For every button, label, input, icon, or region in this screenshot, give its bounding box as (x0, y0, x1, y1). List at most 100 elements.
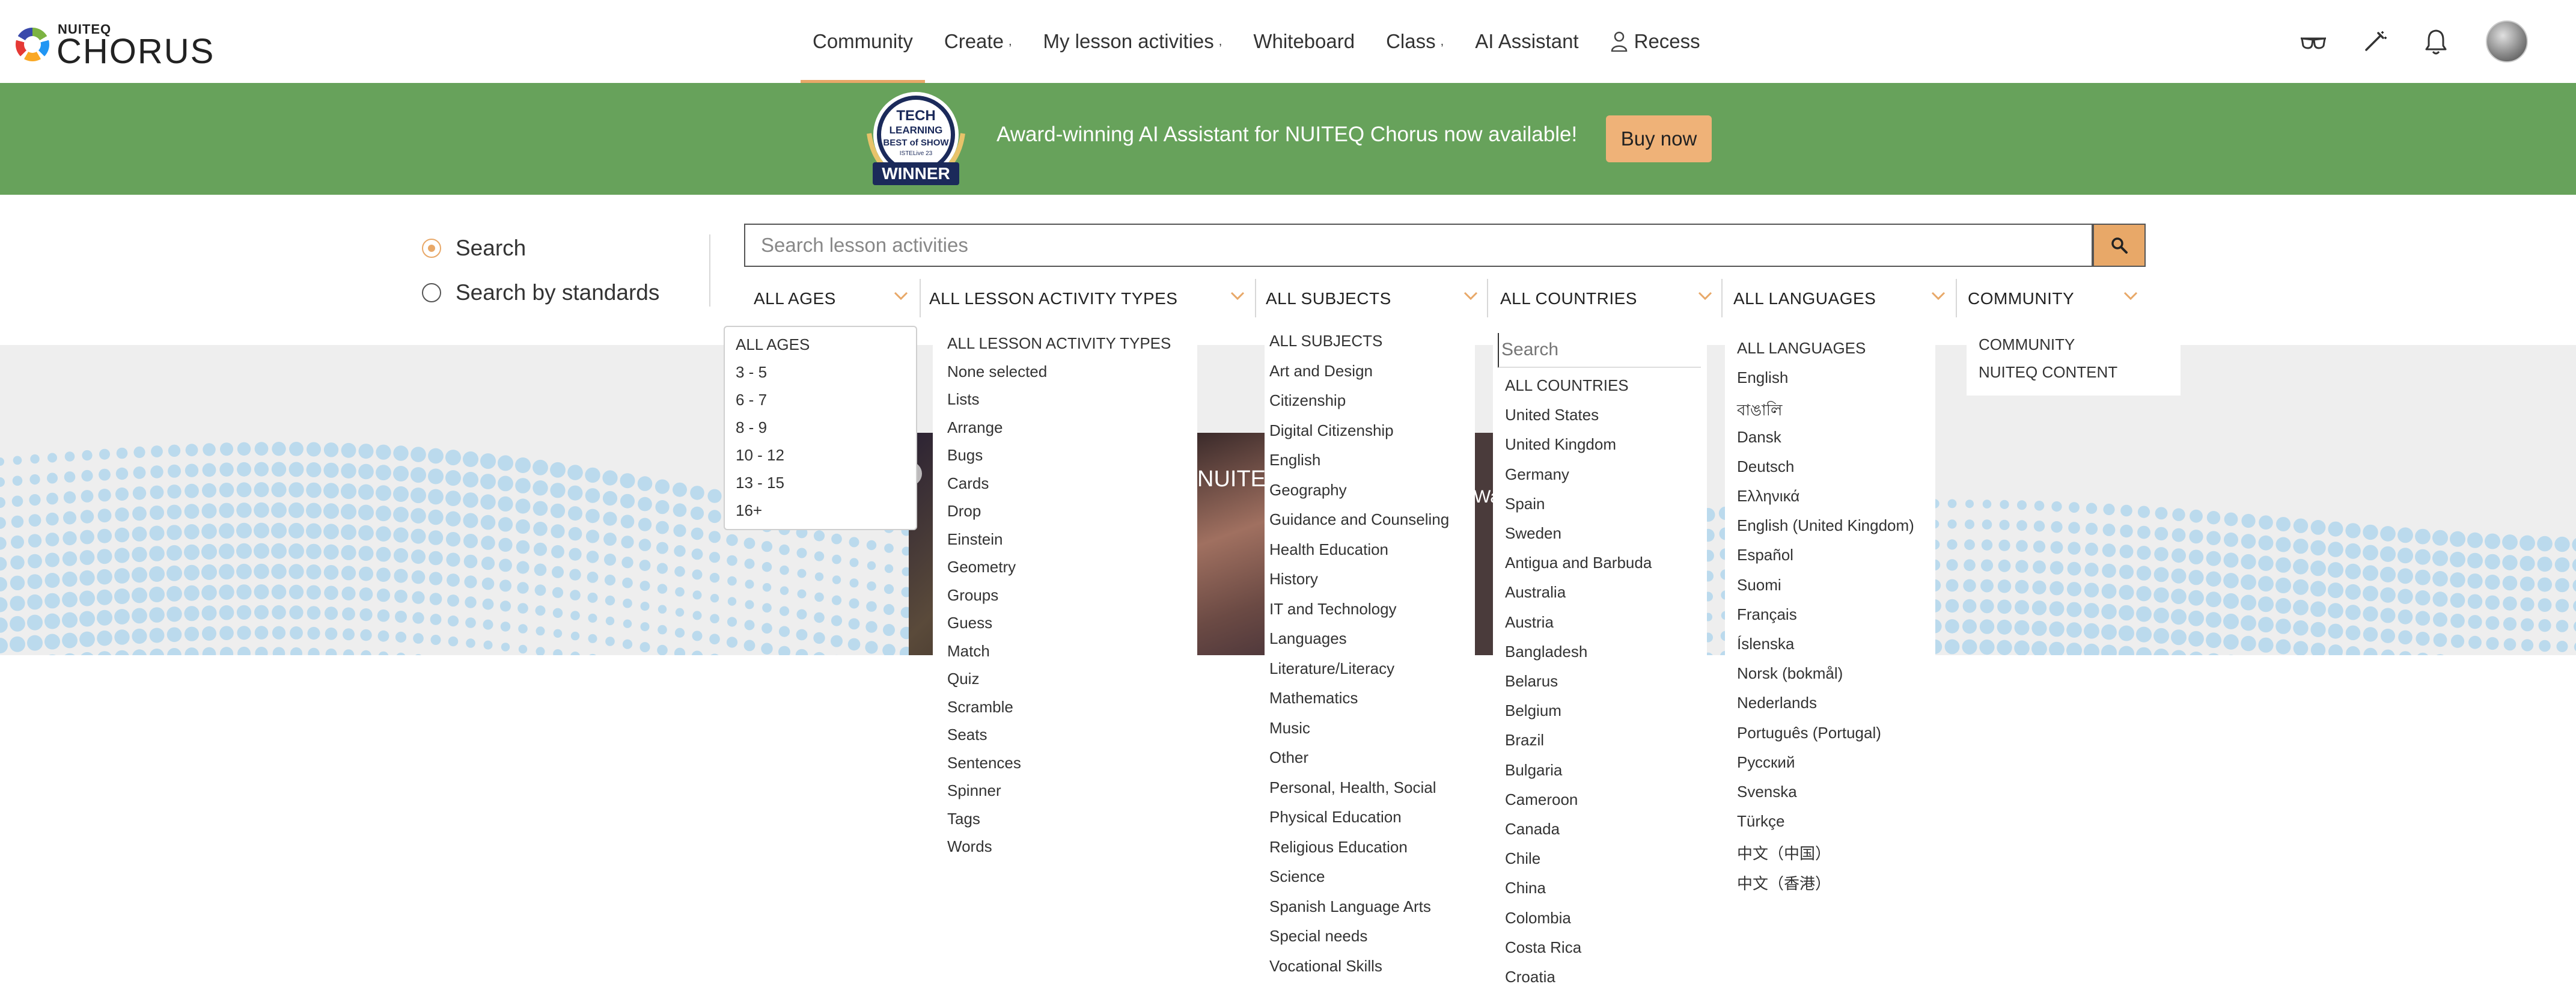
dropdown-option[interactable]: Croatia (1505, 968, 1555, 986)
search-button[interactable] (2093, 224, 2146, 267)
radio-unselected-icon[interactable] (422, 283, 441, 302)
dropdown-option[interactable]: Quiz (947, 670, 979, 688)
dropdown-option[interactable]: Spanish Language Arts (1269, 897, 1431, 916)
dropdown-option[interactable]: NUITEQ CONTENT (1979, 363, 2117, 382)
dropdown-option[interactable]: Chile (1505, 849, 1540, 868)
dropdown-option[interactable]: Bangladesh (1505, 643, 1587, 661)
dropdown-option[interactable]: 10 - 12 (736, 446, 784, 465)
buy-now-button[interactable]: Buy now (1606, 115, 1712, 162)
dropdown-option[interactable]: English (United Kingdom) (1737, 516, 1914, 535)
dropdown-option[interactable]: 13 - 15 (736, 474, 784, 492)
dropdown-option[interactable]: Suomi (1737, 576, 1781, 594)
dropdown-option[interactable]: ALL LESSON ACTIVITY TYPES (947, 334, 1171, 353)
dropdown-option[interactable]: Germany (1505, 465, 1569, 484)
dropdown-option[interactable]: Svenska (1737, 783, 1797, 801)
search-input[interactable]: Search lesson activities (744, 224, 2093, 267)
dropdown-option[interactable]: Seats (947, 726, 987, 744)
dropdown-option[interactable]: Arrange (947, 418, 1003, 437)
nav-item-class[interactable]: Class, (1386, 0, 1444, 83)
glasses-icon[interactable] (2292, 20, 2334, 63)
dropdown-option[interactable]: Geography (1269, 481, 1347, 500)
filter-community[interactable]: COMMUNITY (1968, 283, 2138, 315)
magic-wand-icon[interactable] (2354, 20, 2396, 63)
dropdown-option[interactable]: Canada (1505, 820, 1560, 839)
dropdown-option[interactable]: Nederlands (1737, 694, 1817, 712)
dropdown-option[interactable]: Antigua and Barbuda (1505, 554, 1652, 572)
filter-ages[interactable]: ALL AGES (754, 283, 909, 315)
dropdown-option[interactable]: Special needs (1269, 927, 1367, 946)
dropdown-option[interactable]: Bugs (947, 446, 983, 465)
dropdown-option[interactable]: Science (1269, 867, 1325, 886)
dropdown-option[interactable]: Guidance and Counseling (1269, 510, 1449, 529)
dropdown-option[interactable]: Lists (947, 390, 979, 409)
dropdown-option[interactable]: ALL COUNTRIES (1505, 376, 1629, 395)
dropdown-option[interactable]: ALL SUBJECTS (1269, 332, 1382, 350)
radio-selected-icon[interactable] (422, 239, 441, 258)
dropdown-option[interactable]: Music (1269, 719, 1310, 738)
dropdown-option[interactable]: Colombia (1505, 909, 1571, 927)
dropdown-option[interactable]: Brazil (1505, 731, 1544, 750)
dropdown-option[interactable]: Sentences (947, 754, 1021, 772)
dropdown-option[interactable]: Sweden (1505, 524, 1561, 543)
dropdown-option[interactable]: 8 - 9 (736, 418, 767, 437)
dropdown-option[interactable]: ALL AGES (736, 335, 810, 354)
dropdown-option[interactable]: Cards (947, 474, 989, 493)
dropdown-option[interactable]: বাঙালি (1737, 398, 1782, 424)
filter-languages[interactable]: ALL LANGUAGES (1733, 283, 1946, 315)
dropdown-option[interactable]: History (1269, 570, 1318, 588)
dropdown-option[interactable]: IT and Technology (1269, 600, 1397, 619)
dropdown-option[interactable]: ALL LANGUAGES (1737, 339, 1866, 358)
dropdown-option[interactable]: Mathematics (1269, 689, 1358, 707)
dropdown-option[interactable]: COMMUNITY (1979, 335, 2075, 354)
dropdown-option[interactable]: Physical Education (1269, 808, 1402, 826)
dropdown-option[interactable]: Digital Citizenship (1269, 421, 1394, 440)
dropdown-option[interactable]: Match (947, 642, 990, 661)
dropdown-option[interactable]: Tags (947, 810, 980, 828)
dropdown-option[interactable]: Türkçe (1737, 812, 1784, 831)
avatar[interactable] (2486, 20, 2528, 63)
dropdown-option[interactable]: Religious Education (1269, 838, 1408, 857)
search-mode-option-standards[interactable]: Search by standards (422, 280, 659, 305)
dropdown-option[interactable]: Deutsch (1737, 457, 1794, 476)
nav-item-community[interactable]: Community (801, 0, 925, 83)
dropdown-option[interactable]: Português (Portugal) (1737, 724, 1881, 742)
dropdown-option[interactable]: Français (1737, 605, 1797, 624)
dropdown-option[interactable]: Bulgaria (1505, 761, 1562, 780)
dropdown-option[interactable]: Languages (1269, 629, 1347, 648)
dropdown-option[interactable]: Ελληνικά (1737, 487, 1799, 506)
dropdown-option[interactable]: Drop (947, 502, 981, 521)
dropdown-option[interactable]: Words (947, 837, 992, 856)
dropdown-option[interactable]: Literature/Literacy (1269, 659, 1394, 678)
dropdown-option[interactable]: Dansk (1737, 428, 1781, 447)
nav-item-recess[interactable]: Recess (1610, 0, 1700, 83)
dropdown-option[interactable]: Citizenship (1269, 391, 1346, 410)
dropdown-option[interactable]: Norsk (bokmål) (1737, 664, 1843, 683)
dropdown-option[interactable]: China (1505, 879, 1546, 897)
dropdown-option[interactable]: United States (1505, 406, 1599, 424)
filter-subjects[interactable]: ALL SUBJECTS (1266, 283, 1479, 315)
dropdown-option[interactable]: Australia (1505, 583, 1566, 602)
chorus-logo[interactable]: NUITEQ CHORUS (16, 22, 214, 71)
country-search-input[interactable] (1498, 333, 1701, 368)
dropdown-option[interactable]: United Kingdom (1505, 435, 1616, 454)
nav-item-ai-assistant[interactable]: AI Assistant (1475, 0, 1578, 83)
dropdown-option[interactable]: 中文（香港） (1737, 872, 1831, 894)
nav-item-my-lesson-activities[interactable]: My lesson activities, (1043, 0, 1222, 83)
dropdown-option[interactable]: Personal, Health, Social (1269, 778, 1436, 797)
dropdown-option[interactable]: Belgium (1505, 701, 1561, 720)
dropdown-option[interactable]: Vocational Skills (1269, 957, 1382, 976)
nav-item-create[interactable]: Create, (944, 0, 1012, 83)
dropdown-option[interactable]: Austria (1505, 613, 1554, 632)
dropdown-option[interactable]: Spain (1505, 495, 1545, 513)
dropdown-option[interactable]: Spinner (947, 781, 1001, 800)
search-mode-option-search[interactable]: Search (422, 236, 526, 261)
dropdown-option[interactable]: Scramble (947, 698, 1013, 716)
dropdown-option[interactable]: Íslenska (1737, 635, 1794, 653)
dropdown-option[interactable]: Costa Rica (1505, 938, 1581, 957)
nav-item-whiteboard[interactable]: Whiteboard (1253, 0, 1355, 83)
dropdown-option[interactable]: Art and Design (1269, 362, 1373, 380)
dropdown-option[interactable]: Belarus (1505, 672, 1558, 691)
dropdown-option[interactable]: English (1737, 368, 1788, 387)
dropdown-option[interactable]: Einstein (947, 530, 1003, 549)
dropdown-option[interactable]: 6 - 7 (736, 391, 767, 409)
